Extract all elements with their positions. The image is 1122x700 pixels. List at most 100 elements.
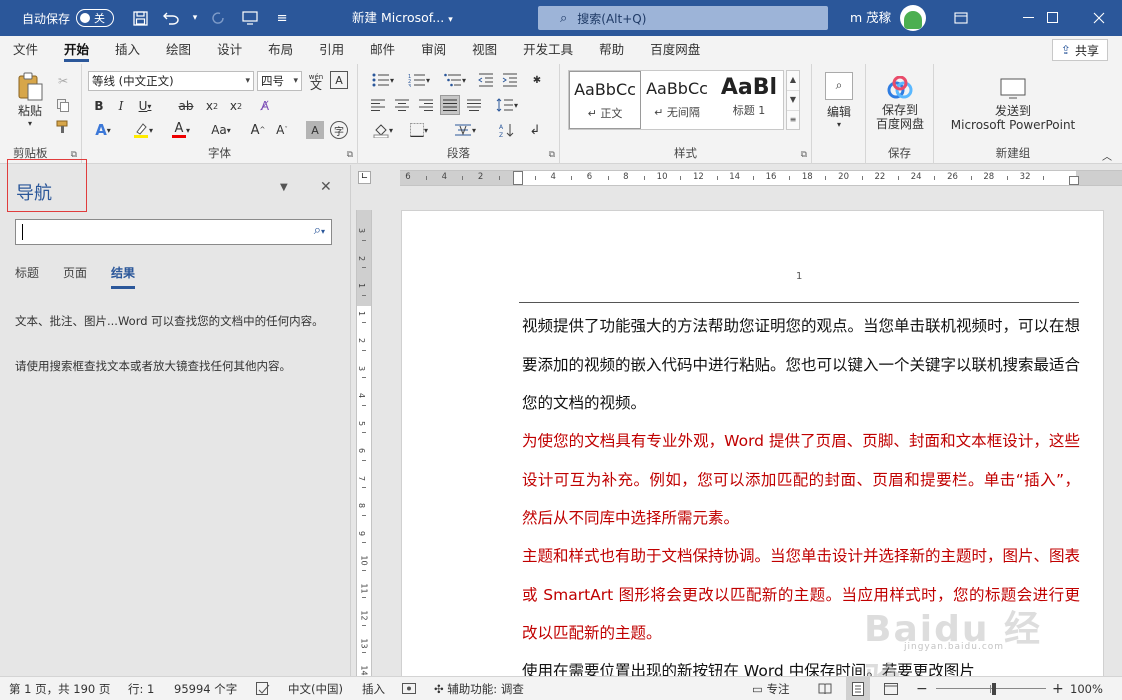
paragraph-launcher-icon[interactable]: ⧉: [549, 150, 555, 160]
status-language[interactable]: 中文(中国): [288, 677, 343, 700]
decrease-indent-icon[interactable]: [476, 70, 496, 90]
shading-icon[interactable]: ▾: [368, 120, 398, 140]
close-icon[interactable]: [1076, 0, 1122, 36]
format-painter-icon[interactable]: [54, 118, 72, 136]
nav-close-icon[interactable]: ✕: [320, 179, 332, 195]
style-heading-1[interactable]: AaBl 标题 1: [713, 71, 785, 129]
tab-view[interactable]: 视图: [459, 36, 510, 64]
tab-baidu-netdisk[interactable]: 百度网盘: [637, 36, 713, 64]
bold-icon[interactable]: B: [90, 96, 108, 116]
send-to-powerpoint-button[interactable]: 发送到 Microsoft PowerPoint: [938, 72, 1088, 138]
asian-layout-icon[interactable]: ▾: [450, 120, 480, 140]
clear-formatting-icon[interactable]: A̸: [254, 96, 276, 116]
chinese-layout-icon[interactable]: ✱: [526, 70, 548, 90]
zoom-level[interactable]: 100%: [1070, 677, 1103, 700]
change-case-icon[interactable]: Aa ▾: [206, 120, 236, 140]
tab-mailings[interactable]: 邮件: [357, 36, 408, 64]
status-line[interactable]: 行: 1: [128, 677, 154, 700]
line-spacing-icon[interactable]: ▾: [492, 95, 522, 115]
autosave[interactable]: 自动保存 关: [22, 9, 115, 27]
nav-tab-pages[interactable]: 页面: [63, 264, 87, 286]
zoom-slider-thumb[interactable]: [992, 683, 996, 695]
nav-options-icon[interactable]: ▼: [280, 182, 288, 193]
phonetic-guide-button[interactable]: wén 文: [306, 70, 326, 92]
strikethrough-icon[interactable]: ab: [176, 96, 196, 116]
customize-toolbar-icon[interactable]: ≡: [266, 0, 298, 36]
read-mode-icon[interactable]: [818, 677, 832, 700]
status-focus[interactable]: ▭ 专注: [752, 677, 790, 700]
collapse-ribbon-icon[interactable]: ︿: [1100, 148, 1114, 163]
editing-button[interactable]: ⌕ 编辑 ▾: [822, 70, 856, 130]
horizontal-ruler[interactable]: 64224681012141618202224262832: [400, 170, 1122, 186]
subscript-icon[interactable]: x2: [202, 96, 222, 116]
nav-search-icon[interactable]: ⌕▾: [314, 223, 325, 238]
zoom-in-icon[interactable]: +: [1052, 677, 1064, 700]
increase-indent-icon[interactable]: [500, 70, 520, 90]
text-effects-icon[interactable]: A ▾: [88, 120, 118, 140]
tab-references[interactable]: 引用: [306, 36, 357, 64]
tab-insert[interactable]: 插入: [102, 36, 153, 64]
nav-tab-headings[interactable]: 标题: [15, 264, 39, 286]
underline-icon[interactable]: U ▾: [134, 96, 156, 116]
grow-font-icon[interactable]: A ^: [248, 120, 268, 140]
align-center-icon[interactable]: [392, 95, 412, 115]
touch-mode-icon[interactable]: [234, 0, 266, 36]
character-border-icon[interactable]: A: [330, 71, 348, 89]
sort-icon[interactable]: AZ: [496, 120, 518, 140]
highlight-icon[interactable]: ▾: [128, 120, 158, 140]
zoom-out-icon[interactable]: −: [916, 677, 928, 700]
distributed-icon[interactable]: [464, 95, 484, 115]
share-button[interactable]: ⇪ 共享: [1051, 39, 1108, 61]
superscript-icon[interactable]: x2: [226, 96, 246, 116]
multilevel-list-icon[interactable]: ▾: [440, 70, 470, 90]
borders-icon[interactable]: ▾: [404, 120, 434, 140]
vertical-ruler[interactable]: 3 2 1 1 2 3 4 5 6 7 8 9 10 11 12 13 14: [356, 210, 372, 676]
maximize-icon[interactable]: [1030, 0, 1076, 36]
font-color-icon[interactable]: A ▾: [166, 120, 196, 140]
show-marks-icon[interactable]: ↲: [524, 120, 546, 140]
italic-icon[interactable]: I: [112, 96, 130, 116]
paste-button[interactable]: 粘贴 ▾: [10, 70, 50, 130]
proofing-icon[interactable]: [256, 677, 270, 700]
style-normal[interactable]: AaBbCc ↵ 正文: [569, 71, 641, 129]
nav-search-input[interactable]: ⌕▾: [15, 219, 332, 245]
paragraph-1[interactable]: 视频提供了功能强大的方法帮助您证明您的观点。当您单击联机视频时，可以在想要添加的…: [522, 307, 1080, 423]
tab-draw[interactable]: 绘图: [153, 36, 204, 64]
copy-icon[interactable]: [54, 96, 72, 114]
font-size-select[interactable]: 四号 ▾: [257, 71, 302, 91]
cut-icon[interactable]: ✂: [54, 72, 72, 90]
document-title[interactable]: 新建 Microsof... ▾: [352, 0, 453, 36]
tab-layout[interactable]: 布局: [255, 36, 306, 64]
status-page[interactable]: 第 1 页，共 190 页: [9, 677, 110, 700]
align-left-icon[interactable]: [368, 95, 388, 115]
save-icon[interactable]: [124, 0, 156, 36]
search-box[interactable]: ⌕ 搜索(Alt+Q): [538, 6, 828, 30]
tab-design[interactable]: 设计: [204, 36, 255, 64]
tab-home[interactable]: 开始: [51, 36, 102, 64]
right-indent-marker[interactable]: [1069, 176, 1079, 185]
bullets-icon[interactable]: ▾: [368, 70, 398, 90]
tab-review[interactable]: 审阅: [408, 36, 459, 64]
undo-dropdown-icon[interactable]: ▾: [188, 0, 202, 36]
user-name[interactable]: m 茂稼: [850, 0, 891, 36]
justify-icon[interactable]: [440, 95, 460, 115]
font-launcher-icon[interactable]: ⧉: [347, 150, 353, 160]
style-no-spacing[interactable]: AaBbCc ↵ 无间隔: [641, 71, 713, 129]
styles-launcher-icon[interactable]: ⧉: [801, 150, 807, 160]
tab-file[interactable]: 文件: [0, 36, 51, 64]
undo-icon[interactable]: [156, 0, 188, 36]
font-name-select[interactable]: 等线 (中文正文) ▾: [88, 71, 254, 91]
nav-tab-results[interactable]: 结果: [111, 264, 136, 289]
autosave-toggle[interactable]: 关: [76, 9, 115, 27]
character-shading-icon[interactable]: A: [306, 121, 324, 139]
tab-help[interactable]: 帮助: [586, 36, 637, 64]
paragraph-2[interactable]: 为使您的文档具有专业外观，Word 提供了页眉、页脚、封面和文本框设计，这些设计…: [522, 422, 1080, 538]
print-layout-icon[interactable]: [846, 677, 870, 700]
status-accessibility[interactable]: ✣ 辅助功能: 调查: [434, 677, 524, 700]
tab-selector[interactable]: ∟: [352, 165, 378, 189]
macro-record-icon[interactable]: [402, 677, 416, 700]
enclosed-character-icon[interactable]: 字: [330, 121, 348, 139]
style-gallery-scroll[interactable]: ▲ ▼ ≡: [786, 70, 800, 130]
tab-developer[interactable]: 开发工具: [510, 36, 586, 64]
save-to-baidu-button[interactable]: 保存到 百度网盘: [870, 70, 930, 136]
